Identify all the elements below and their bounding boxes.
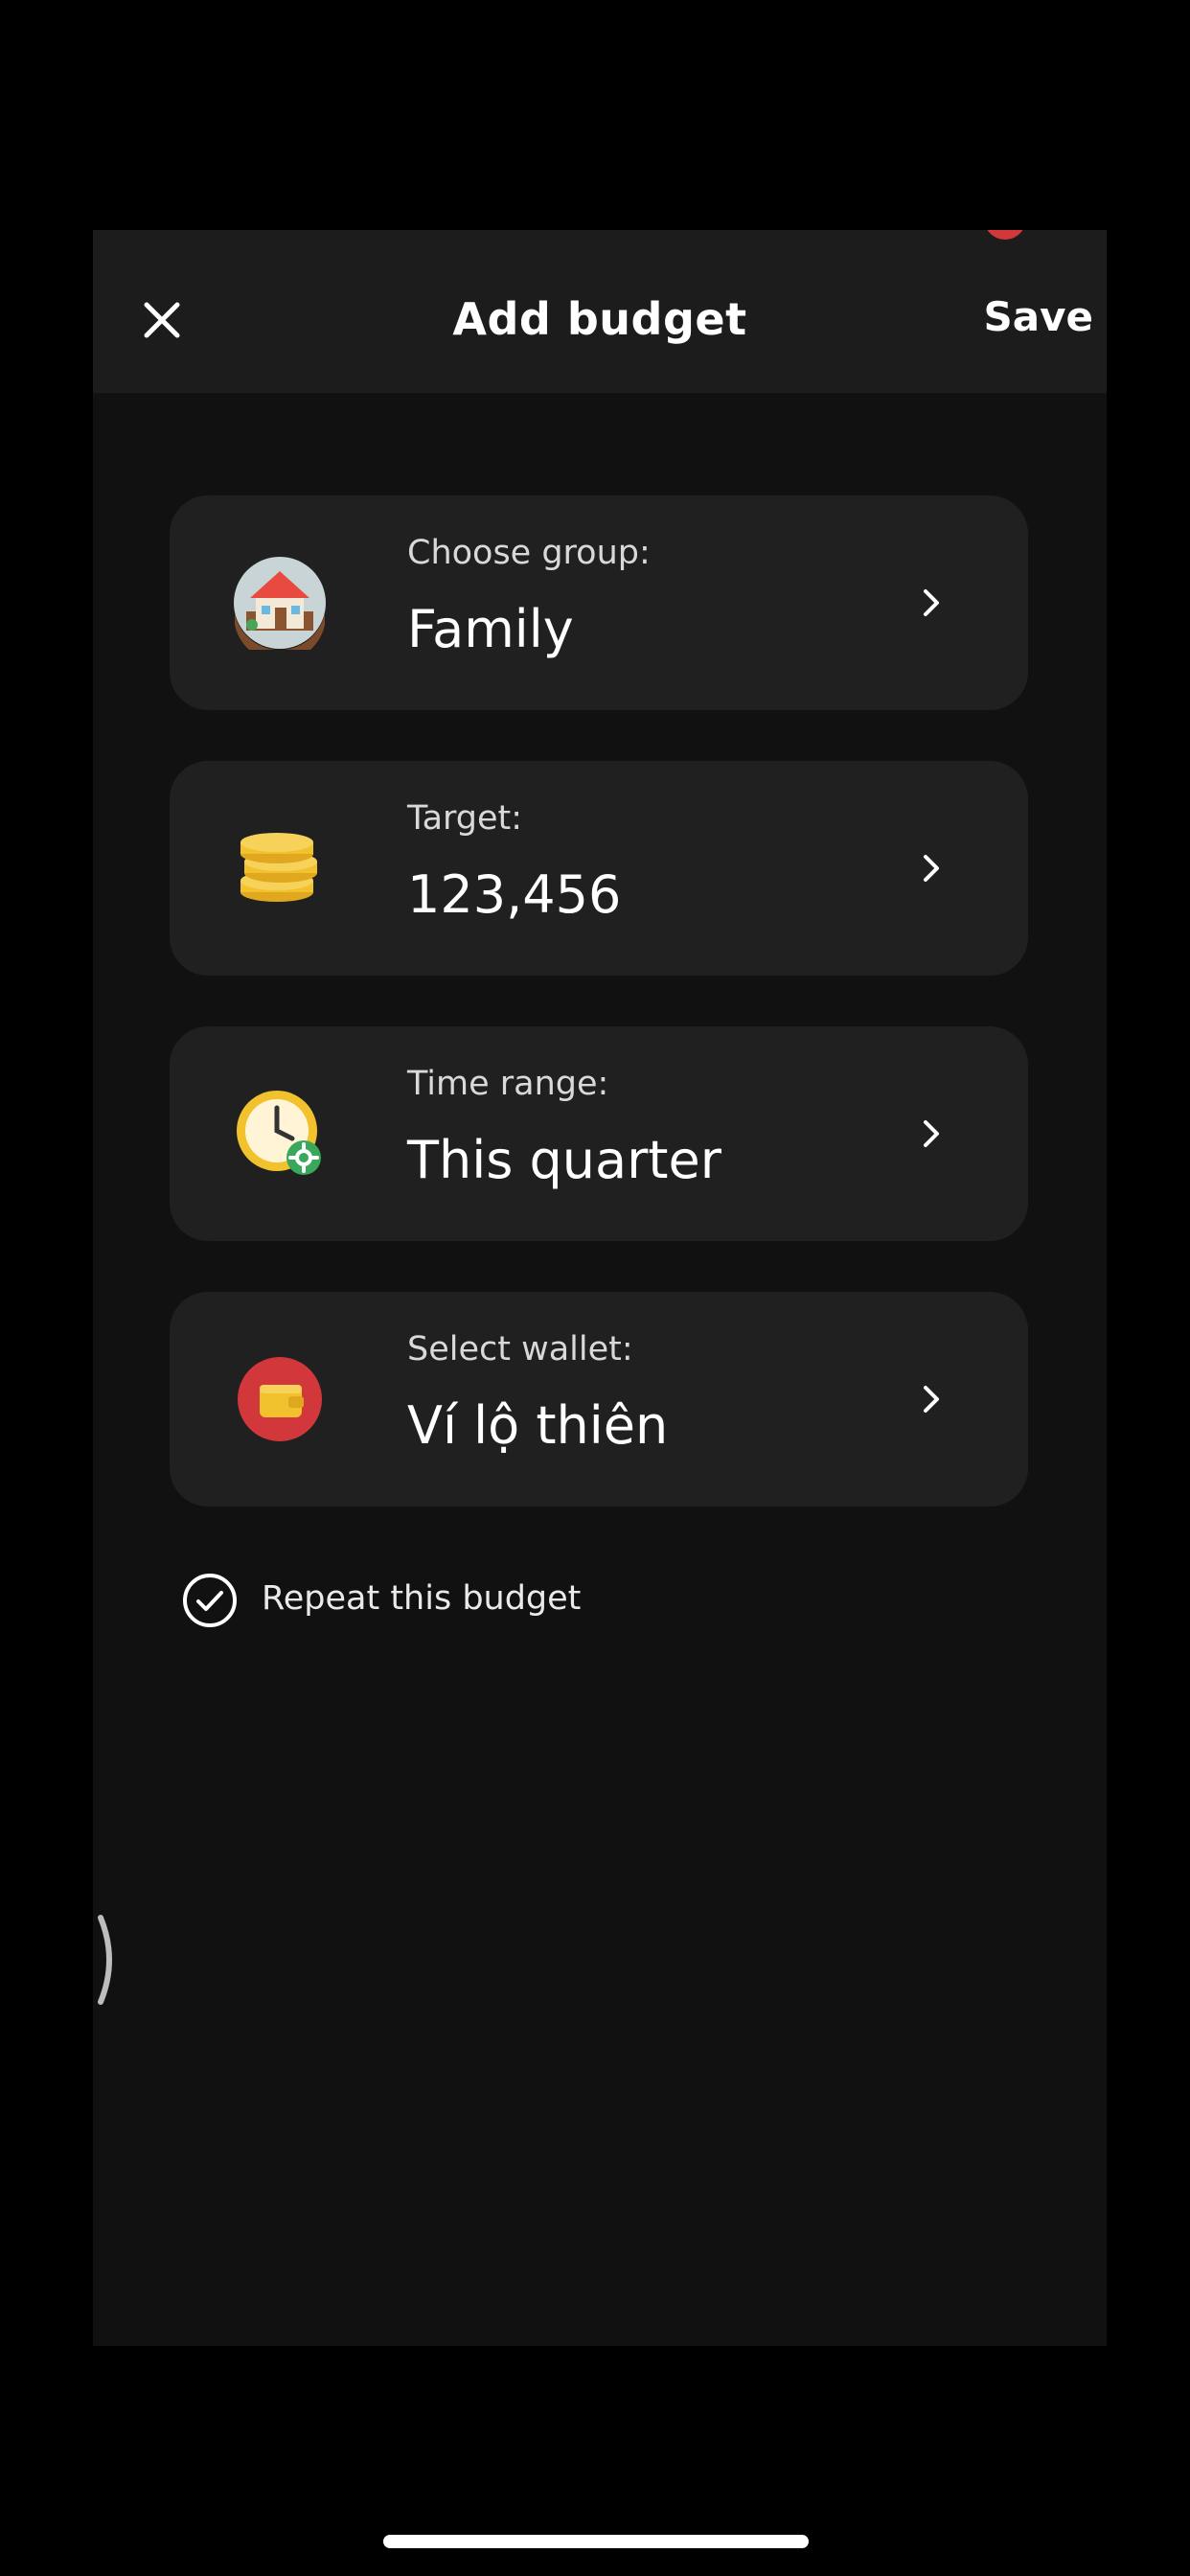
time-range-card[interactable]: Time range: This quarter xyxy=(170,1026,1028,1241)
repeat-budget-label: Repeat this budget xyxy=(262,1579,582,1618)
time-range-value: This quarter xyxy=(407,1130,721,1190)
save-button[interactable]: Save xyxy=(984,293,1093,340)
chevron-right-icon xyxy=(924,589,939,616)
add-budget-screen: Add budget Save Choose group: Family Tar… xyxy=(93,230,1107,2346)
choose-group-value: Family xyxy=(407,599,574,659)
header-bar: Add budget Save xyxy=(93,230,1107,393)
wallet-icon xyxy=(233,1352,327,1446)
target-card[interactable]: Target: 123,456 xyxy=(170,761,1028,976)
home-indicator[interactable] xyxy=(383,2535,809,2548)
choose-group-card[interactable]: Choose group: Family xyxy=(170,495,1028,710)
edge-swipe-handle[interactable] xyxy=(93,1912,122,2008)
select-wallet-label: Select wallet: xyxy=(407,1330,633,1368)
select-wallet-value: Ví lộ thiên xyxy=(407,1395,669,1456)
page-title: Add budget xyxy=(452,293,747,345)
time-range-label: Time range: xyxy=(407,1065,609,1103)
choose-group-label: Choose group: xyxy=(407,534,651,572)
check-circle-icon xyxy=(183,1574,237,1627)
notification-dot xyxy=(984,230,1026,240)
house-icon xyxy=(233,556,327,662)
chevron-right-icon xyxy=(924,1386,939,1413)
target-label: Target: xyxy=(407,799,523,838)
chevron-right-icon xyxy=(924,855,939,882)
clock-settings-icon xyxy=(233,1087,327,1181)
coins-icon xyxy=(233,821,327,915)
chevron-right-icon xyxy=(924,1120,939,1147)
target-value: 123,456 xyxy=(407,864,622,925)
select-wallet-card[interactable]: Select wallet: Ví lộ thiên xyxy=(170,1292,1028,1506)
